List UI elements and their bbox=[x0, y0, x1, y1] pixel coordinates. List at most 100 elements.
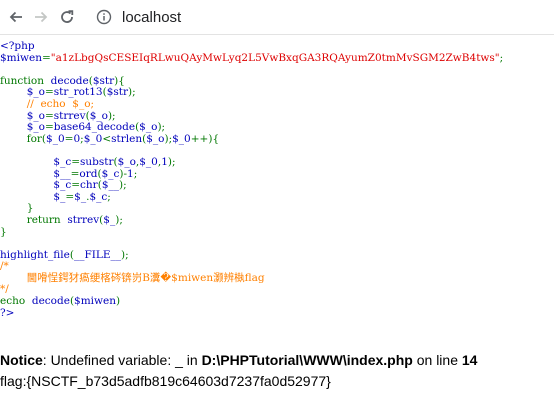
code-token: $_o bbox=[26, 109, 45, 122]
code-token: = bbox=[44, 121, 54, 134]
code-token: $_c bbox=[53, 179, 72, 192]
forward-button[interactable] bbox=[31, 7, 51, 27]
code-token: ); bbox=[115, 213, 123, 226]
code-token: = bbox=[71, 179, 81, 192]
code-token: decode bbox=[50, 74, 89, 87]
code-token: = bbox=[44, 86, 54, 99]
code-line: 閫嗗悜鍔犲瘑绠楁硶锛岃В瀵�$miwen灏辨槸flag bbox=[0, 271, 554, 285]
code-token: base64_decode bbox=[53, 121, 136, 134]
code-token: } bbox=[0, 225, 7, 238]
code-token: 1 bbox=[161, 155, 168, 168]
arrow-right-icon bbox=[33, 9, 49, 25]
code-token: str_rot13 bbox=[53, 86, 103, 99]
code-line: echo decode($miwen) bbox=[0, 295, 554, 308]
code-token: $_o bbox=[89, 109, 108, 122]
arrow-left-icon bbox=[8, 9, 24, 25]
code-token: ); bbox=[167, 155, 176, 168]
code-token: $_0 bbox=[83, 132, 103, 145]
notice-on-line: on line bbox=[412, 352, 462, 368]
code-line: highlight_file(__FILE__); bbox=[0, 248, 554, 262]
code-token: __FILE__ bbox=[73, 248, 122, 261]
code-token: ord bbox=[79, 167, 98, 180]
code-token: $_0 bbox=[172, 132, 191, 145]
code-token: $__ bbox=[101, 179, 119, 192]
php-notice: Notice: Undefined variable: _ in D:\PHPT… bbox=[0, 352, 477, 368]
code-token: )- bbox=[119, 167, 128, 180]
code-token: ); bbox=[119, 179, 127, 192]
code-token: $miwen bbox=[74, 295, 117, 308]
code-token: $_o bbox=[117, 155, 136, 168]
code-token: $_o bbox=[26, 121, 45, 134]
code-line: } bbox=[0, 225, 554, 239]
code-token: = bbox=[44, 109, 54, 122]
browser-toolbar: localhost bbox=[0, 0, 554, 35]
code-token: highlight_file bbox=[0, 248, 70, 261]
reload-icon bbox=[59, 9, 75, 25]
code-token: = bbox=[41, 51, 51, 64]
source-code-block: <?php $miwen="a1zLbgQsCESEIqRLwuQAyMwLyq2… bbox=[0, 40, 554, 320]
notice-message: : Undefined variable: _ in bbox=[42, 352, 202, 368]
code-token: ); bbox=[121, 248, 129, 261]
code-token: 1 bbox=[127, 167, 134, 180]
notice-path: D:\PHPTutorial\WWW\index.php bbox=[201, 352, 413, 368]
code-token: ); bbox=[107, 109, 116, 122]
code-line: return strrev($_); bbox=[0, 213, 554, 227]
code-token: $str bbox=[92, 74, 115, 87]
code-token: */ bbox=[0, 283, 9, 296]
code-token: substr bbox=[80, 155, 114, 168]
notice-label: Notice bbox=[0, 352, 43, 368]
code-token: ); bbox=[164, 132, 173, 145]
code-token: ){ bbox=[114, 74, 125, 87]
code-token: 閫嗗悜鍔犲瘑绠楁硶锛岃В瀵�$miwen灏辨槸flag bbox=[0, 271, 265, 284]
code-token: for( bbox=[0, 132, 47, 145]
code-token: // echo $_o; bbox=[26, 97, 95, 110]
reload-button[interactable] bbox=[57, 7, 77, 27]
code-token: = bbox=[65, 190, 75, 203]
code-line: ?> bbox=[0, 306, 554, 320]
code-token: $__ bbox=[53, 167, 71, 180]
code-token: $_ bbox=[103, 213, 116, 226]
code-token: strrev bbox=[67, 213, 100, 226]
code-token: /* bbox=[0, 260, 9, 273]
code-token: $_c bbox=[101, 167, 120, 180]
code-token: function bbox=[0, 74, 51, 87]
url-text[interactable]: localhost bbox=[122, 9, 181, 26]
code-token: $_0 bbox=[139, 155, 158, 168]
code-token: } bbox=[0, 202, 34, 215]
code-token: $_ bbox=[53, 190, 66, 203]
code-token: $_ bbox=[74, 190, 87, 203]
flag-output: flag:{NSCTF_b73d5adfb819c64603d7237fa0d5… bbox=[0, 373, 331, 389]
code-token: decode bbox=[31, 295, 70, 308]
back-button[interactable] bbox=[6, 7, 26, 27]
code-token: ) bbox=[116, 295, 121, 308]
info-icon[interactable] bbox=[96, 9, 112, 25]
code-token: $_c bbox=[89, 190, 108, 203]
code-token: ); bbox=[128, 86, 136, 99]
code-token: $_0 bbox=[46, 132, 65, 145]
code-line: $_=$_.$_c; bbox=[0, 190, 554, 204]
code-token: ++){ bbox=[190, 132, 220, 145]
address-bar[interactable]: localhost bbox=[88, 4, 548, 30]
code-token: $miwen bbox=[0, 51, 42, 64]
code-token: = bbox=[71, 155, 81, 168]
code-token: $_c bbox=[53, 155, 72, 168]
code-token: ; bbox=[107, 190, 111, 203]
code-token: <?php bbox=[0, 40, 35, 52]
code-token: ?> bbox=[0, 306, 15, 319]
code-token: $_o bbox=[139, 121, 158, 134]
code-token: strrev bbox=[53, 109, 86, 122]
code-token: $str bbox=[106, 86, 129, 99]
code-token: chr bbox=[80, 179, 98, 192]
code-token: echo bbox=[0, 295, 32, 308]
code-token: < bbox=[102, 132, 112, 145]
code-token: return bbox=[0, 213, 68, 226]
code-token: $_o bbox=[146, 132, 165, 145]
